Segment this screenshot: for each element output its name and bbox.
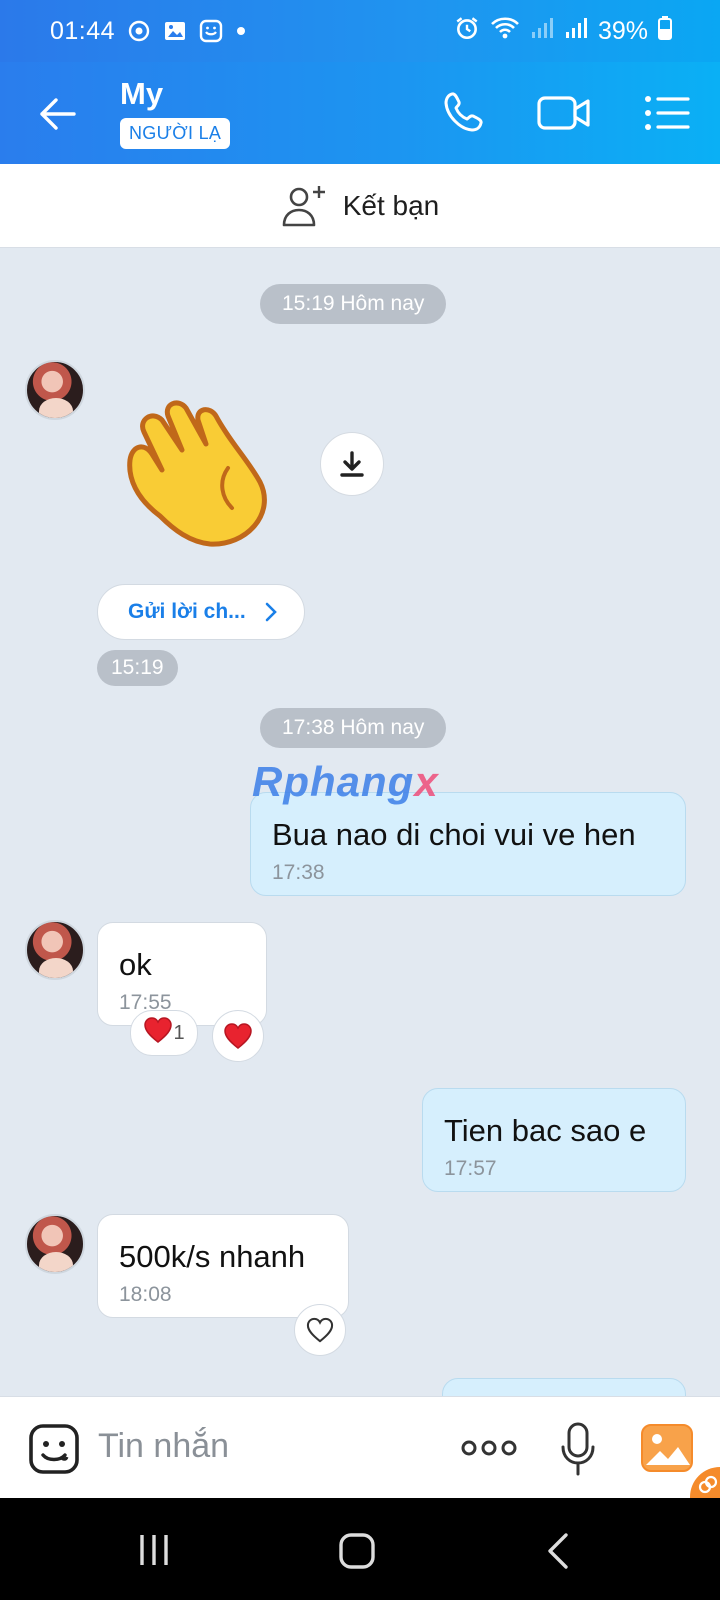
red-heart-icon — [143, 1016, 173, 1050]
video-camera-icon — [537, 96, 590, 130]
back-button[interactable] — [36, 92, 80, 136]
avatar[interactable] — [25, 360, 85, 420]
back-arrow-icon — [40, 98, 76, 130]
message-list[interactable]: 15:19 Hôm nay Gửi lời ch... 15:19 17:38 … — [0, 248, 720, 1396]
message-bubble-sent[interactable] — [442, 1378, 686, 1396]
list-menu-icon — [645, 96, 690, 130]
message-text: 500k/s nhanh — [119, 1239, 306, 1274]
download-icon — [340, 451, 364, 477]
phone-icon — [444, 92, 483, 132]
stranger-badge: NGƯỜI LẠ — [120, 118, 231, 149]
recent-apps-button[interactable] — [136, 1532, 172, 1568]
more-dots-icon — [461, 1440, 517, 1456]
gallery-icon — [163, 19, 187, 43]
dot-icon — [235, 25, 247, 37]
floating-badge[interactable] — [690, 1467, 720, 1499]
sync-icon — [127, 19, 151, 43]
status-right-group: 39% — [454, 15, 672, 48]
status-bar: 01:44 39% — [0, 0, 720, 62]
message-text: ok — [119, 947, 152, 982]
message-input[interactable]: Tin nhắn — [98, 1427, 229, 1466]
send-greeting-button[interactable]: Gửi lời ch... — [97, 584, 305, 640]
red-heart-icon — [224, 1023, 252, 1049]
emoji-face-icon — [29, 1424, 79, 1474]
date-separator: 17:38 Hôm nay — [260, 708, 447, 748]
reaction-summary[interactable]: 1 — [130, 1010, 198, 1056]
recent-apps-icon — [140, 1535, 168, 1565]
voice-message-button[interactable] — [560, 1421, 596, 1477]
signal-icon-2 — [564, 16, 588, 47]
greeting-label: Gửi lời ch... — [128, 600, 246, 623]
signal-icon-1 — [530, 16, 554, 47]
photo-button[interactable] — [640, 1423, 694, 1473]
video-call-button[interactable] — [536, 88, 592, 138]
react-button[interactable] — [294, 1304, 346, 1356]
link-icon — [698, 1475, 718, 1494]
battery-percent: 39% — [597, 16, 648, 45]
chat-header: My NGƯỜI LẠ — [0, 62, 720, 164]
alarm-icon — [454, 15, 480, 48]
more-options-button[interactable] — [460, 1437, 518, 1459]
home-button[interactable] — [338, 1532, 376, 1570]
battery-icon — [658, 15, 672, 47]
message-text: Tien bac sao e — [444, 1113, 647, 1148]
voice-call-button[interactable] — [440, 88, 490, 138]
smile-app-icon — [199, 19, 223, 43]
add-friend-button[interactable]: Kết bạn — [0, 164, 720, 248]
message-time: 17:38 — [272, 861, 325, 884]
status-time: 01:44 — [50, 16, 116, 45]
waving-hand-sticker[interactable] — [118, 398, 282, 548]
system-nav-bar — [0, 1498, 720, 1600]
composer-bar: Tin nhắn — [0, 1396, 720, 1499]
home-icon — [339, 1533, 375, 1569]
system-back-button[interactable] — [546, 1532, 570, 1570]
avatar[interactable] — [25, 1214, 85, 1274]
sticker-button[interactable] — [28, 1423, 80, 1475]
date-separator: 15:19 Hôm nay — [260, 284, 447, 324]
message-time: 18:08 — [119, 1283, 172, 1306]
chevron-left-icon — [548, 1533, 568, 1569]
wifi-icon — [490, 15, 520, 48]
download-button[interactable] — [320, 432, 384, 496]
contact-name[interactable]: My — [120, 76, 163, 112]
react-button[interactable] — [212, 1010, 264, 1062]
image-gallery-icon — [641, 1424, 693, 1472]
message-text: Bua nao di choi vui ve hen — [272, 817, 636, 852]
message-bubble-sent[interactable]: Tien bac sao e 17:57 — [422, 1088, 686, 1192]
heart-outline-icon — [306, 1317, 334, 1343]
waving-hand-icon — [127, 400, 267, 547]
microphone-icon — [561, 1422, 595, 1476]
sticker-time: 15:19 — [97, 650, 178, 686]
avatar[interactable] — [25, 920, 85, 980]
add-user-icon — [282, 185, 325, 226]
message-bubble-received[interactable]: 500k/s nhanh 18:08 — [97, 1214, 349, 1318]
add-friend-label: Kết bạn — [342, 189, 440, 221]
message-time: 17:57 — [444, 1157, 497, 1180]
reaction-count: 1 — [173, 1021, 185, 1044]
watermark: Rphangx — [252, 758, 439, 805]
menu-button[interactable] — [644, 88, 690, 138]
chevron-right-icon — [264, 601, 278, 629]
message-bubble-sent[interactable]: Bua nao di choi vui ve hen 17:38 — [250, 792, 686, 896]
